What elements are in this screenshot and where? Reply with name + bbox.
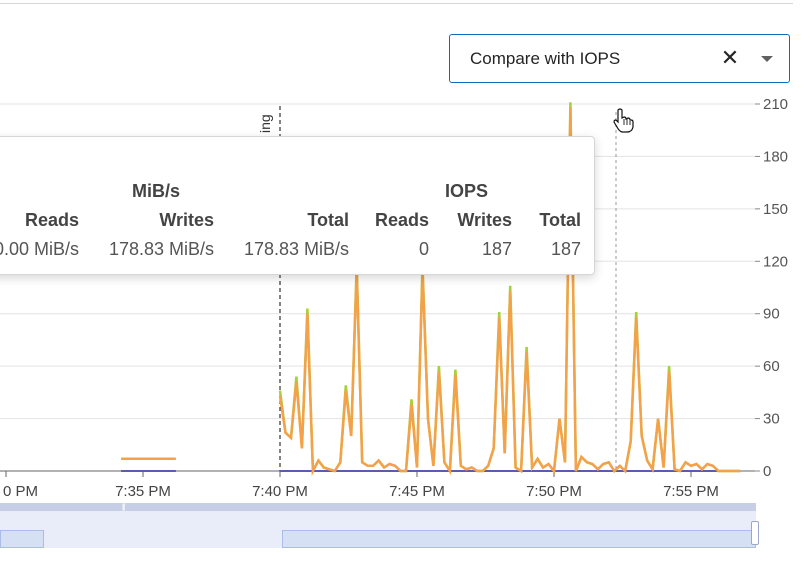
chart-tooltip: MiB/s IOPS Reads Writes Total Reads Writ… bbox=[0, 136, 595, 275]
tooltip-value-reads-iops: 0 bbox=[418, 239, 429, 259]
x-tick-label: 7:50 PM bbox=[526, 483, 582, 500]
y-tick-label: 120 bbox=[763, 253, 788, 270]
tooltip-group-iops: IOPS bbox=[445, 181, 489, 201]
tooltip-header-writes-mibs: Writes bbox=[159, 210, 214, 230]
tooltip-value-writes-mibs: 178.83 MiB/s bbox=[108, 239, 214, 259]
y-tick-label: 30 bbox=[763, 411, 780, 428]
x-tick-label: 7:45 PM bbox=[389, 483, 445, 500]
range-navigator[interactable]: ||| bbox=[0, 503, 759, 548]
navigator-data-block bbox=[282, 530, 756, 548]
tooltip-group-mibs: MiB/s bbox=[132, 181, 181, 201]
tooltip-header-writes-iops: Writes bbox=[457, 210, 512, 230]
tooltip-value-writes-iops: 187 bbox=[481, 239, 512, 259]
x-tick-label: 0 PM bbox=[3, 483, 38, 500]
scrollbar-grip-icon[interactable]: ||| bbox=[122, 504, 126, 511]
x-tick-label: 7:55 PM bbox=[663, 483, 719, 500]
tooltip-header-total-mibs: Total bbox=[307, 210, 349, 230]
tooltip-value-total-iops: 187 bbox=[550, 239, 581, 259]
tooltip-header-reads-iops: Reads bbox=[374, 210, 429, 230]
hand-pointer-icon bbox=[613, 108, 634, 133]
navigator-data-block bbox=[0, 530, 44, 548]
x-tick-label: 7:40 PM bbox=[252, 483, 308, 500]
navigator-scrollbar[interactable]: ||| bbox=[0, 503, 756, 511]
event-marker-label: ing bbox=[257, 114, 273, 133]
tooltip-value-total-mibs: 178.83 MiB/s bbox=[243, 239, 349, 259]
y-tick-label: 60 bbox=[763, 358, 780, 375]
y-tick-label: 150 bbox=[763, 201, 788, 218]
tooltip-header-total-iops: Total bbox=[539, 210, 581, 230]
y-tick-label: 0 bbox=[763, 463, 771, 480]
navigator-right-handle[interactable] bbox=[751, 521, 759, 545]
tooltip-value-reads-mibs: 0.00 MiB/s bbox=[0, 239, 79, 259]
tooltip-header-reads-mibs: Reads bbox=[24, 210, 79, 230]
y-tick-label: 180 bbox=[763, 148, 788, 165]
y-tick-label: 210 bbox=[763, 96, 788, 113]
x-tick-label: 7:35 PM bbox=[115, 483, 171, 500]
y-tick-label: 90 bbox=[763, 306, 780, 323]
